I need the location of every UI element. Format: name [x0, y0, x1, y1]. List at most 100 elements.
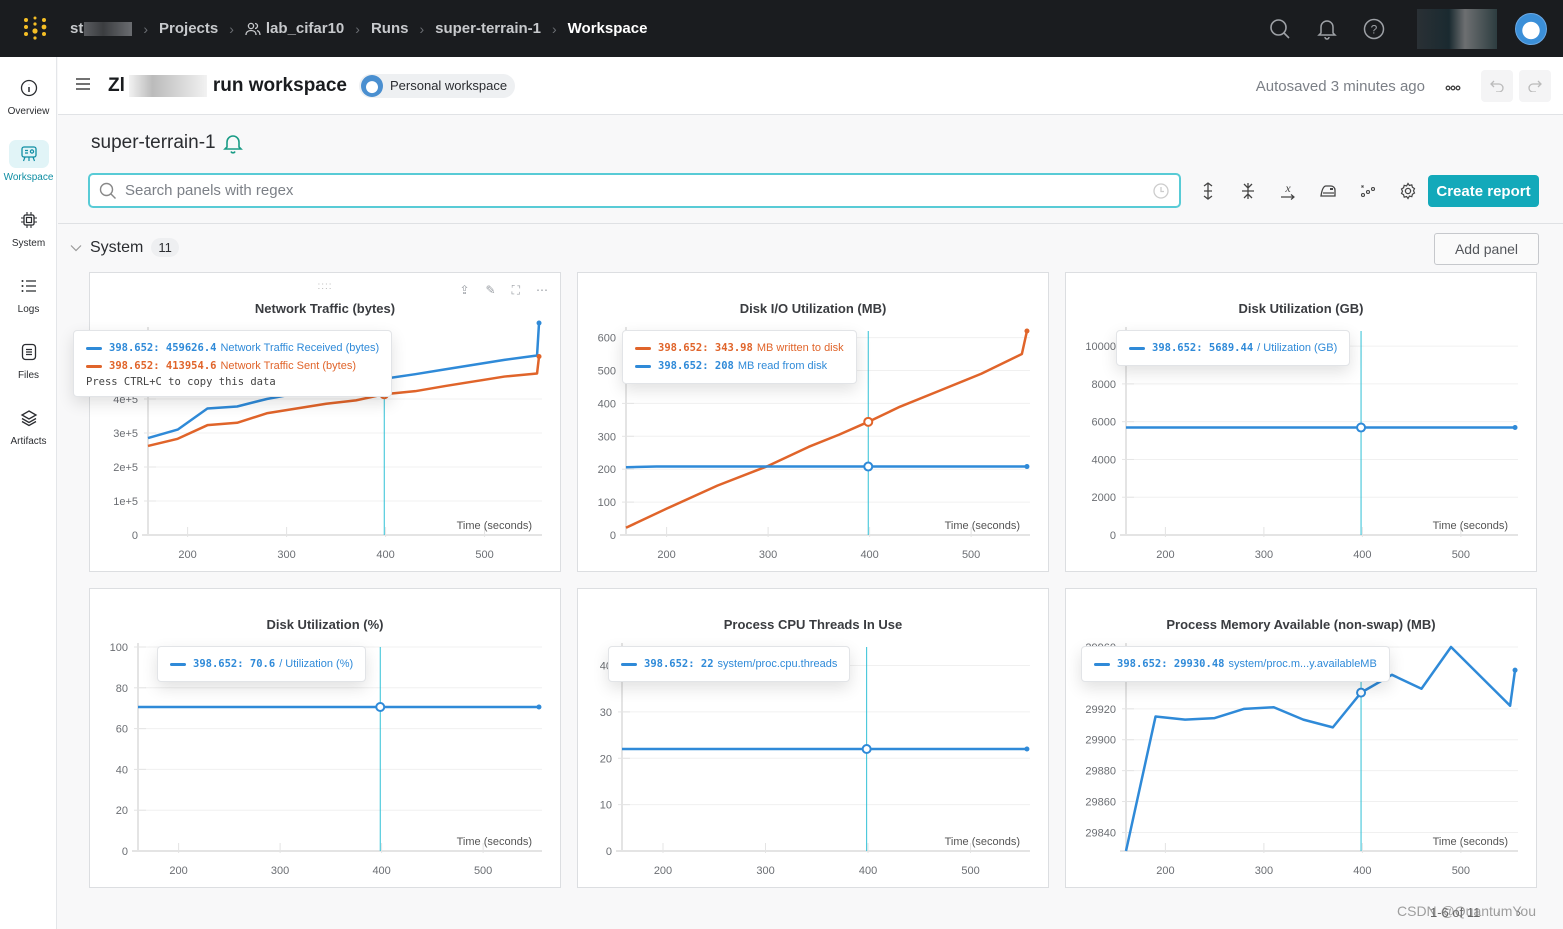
y-tick-label: 300	[598, 431, 616, 443]
hamburger-icon	[76, 77, 90, 90]
breadcrumb-separator: ›	[355, 20, 360, 37]
tooltip-row: 398.652: 208 MB read from disk	[635, 357, 844, 375]
section-header-system[interactable]: System 11	[70, 238, 179, 257]
tooltip-series-name: MB read from disk	[737, 360, 828, 372]
personal-workspace-badge[interactable]: Personal workspace	[359, 73, 516, 98]
tooltip-row: 398.652: 343.98 MB written to disk	[635, 339, 844, 357]
tooltip-row: 398.652: 22 system/proc.cpu.threads	[621, 655, 837, 673]
y-tick-label: 4000	[1092, 454, 1116, 466]
tooltip-row: 398.652: 459626.4 Network Traffic Receive…	[86, 339, 379, 357]
chart-svg: 0 2000 4000 6000 8000 10000 200 300 400 500 Time (…	[1085, 327, 1518, 561]
chart-panel-disk-utilization-gb[interactable]: Disk Utilization (GB) 0 2000 4000 6000 8000 10…	[1065, 272, 1537, 572]
chart-panel-disk-utilization[interactable]: Disk Utilization (%) 0 20 40 60 80 100 200 300 40…	[89, 588, 561, 888]
tooltip-series-name: Network Traffic Sent (bytes)	[220, 360, 356, 372]
x-tick-label: 400	[1353, 549, 1371, 561]
series-swatch	[635, 364, 651, 368]
series-line-mb-read-from-disk	[625, 465, 1027, 469]
x-tick-label: 200	[657, 549, 675, 561]
breadcrumb-separator: ›	[419, 20, 425, 37]
sidebar-item-system[interactable]: System	[0, 194, 57, 260]
undo-button[interactable]	[1481, 70, 1513, 102]
x-tick-label: 200	[178, 549, 196, 561]
hover-point	[863, 461, 874, 472]
sidebar-item-label: Artifacts	[10, 435, 47, 447]
sidebar-item-workspace[interactable]: Workspace	[0, 128, 57, 194]
y-tick-label: 29880	[1085, 766, 1116, 778]
tooltip-series-name: / Utilization (GB)	[1257, 342, 1338, 354]
settings-button[interactable]	[1388, 173, 1428, 208]
breadcrumb-run[interactable]: super-terrain-1	[435, 20, 541, 37]
panel-search-input[interactable]	[125, 182, 1125, 199]
chart-svg: 0 100 200 300 400 500 600 200 300 400 500 Time (sec…	[598, 327, 1030, 561]
redo-button[interactable]	[1519, 70, 1551, 102]
y-tick-label: 0	[1110, 530, 1116, 542]
tooltip-value: 398.652: 208	[658, 360, 734, 372]
user-avatar[interactable]	[1515, 12, 1547, 45]
breadcrumb-user[interactable]: st	[70, 20, 133, 37]
wandb-logo[interactable]	[0, 0, 70, 57]
workspace-title[interactable]: Zl run workspace	[108, 74, 347, 97]
left-sidebar: Overview Workspace System Logs Files Art…	[0, 57, 57, 929]
y-tick-label: 30	[600, 707, 612, 719]
x-tick-label: 200	[1156, 549, 1174, 561]
x-tick-label: 200	[1156, 865, 1174, 877]
y-tick-label: 600	[598, 333, 616, 345]
global-search-button[interactable]	[1256, 0, 1303, 57]
search-history-icon[interactable]	[1152, 182, 1170, 200]
y-tick-label: 400	[598, 398, 616, 410]
collapse-sections-button[interactable]	[1228, 173, 1268, 208]
notifications-button[interactable]	[1303, 0, 1350, 57]
tooltip-row: 398.652: 70.6/ Utilization (%)	[170, 655, 353, 673]
x-tick-label: 500	[1452, 549, 1470, 561]
breadcrumb-project[interactable]: lab_cifar10	[245, 20, 344, 37]
series-end-point	[536, 320, 542, 326]
more-options-button[interactable]	[1445, 78, 1461, 94]
breadcrumb-projects[interactable]: Projects	[159, 20, 218, 37]
tooltip-copy-hint: Press CTRL+C to copy this data	[86, 376, 276, 388]
sidebar-item-logs[interactable]: Logs	[0, 260, 57, 326]
expand-sections-button[interactable]	[1188, 173, 1228, 208]
chart-panel-process-memory-available-non-swap-mb[interactable]: Process Memory Available (non-swap) (MB)…	[1065, 588, 1537, 888]
list-icon	[9, 272, 49, 300]
sidebar-item-overview[interactable]: Overview	[0, 62, 57, 128]
x-axis-icon: x	[1281, 182, 1295, 200]
chart-panel-network-traffic-bytes[interactable]: :::: ⇪ ✎ ⛶ ⋯ Network Traffic (bytes) 0 1e+5 2e+5…	[73, 272, 561, 572]
tooltip-row: 398.652: 29930.48 system/proc.m...y.avail…	[1094, 655, 1377, 673]
smoothing-button[interactable]	[1308, 173, 1348, 208]
y-tick-label: 1e+5	[113, 496, 138, 508]
chart-panel-process-cpu-threads-in-use[interactable]: Process CPU Threads In Use 0 10 20 30 40 200 30…	[577, 588, 1049, 888]
x-axis-settings-button[interactable]: x	[1268, 173, 1308, 208]
y-tick-label: 80	[116, 683, 128, 695]
y-tick-label: 200	[598, 464, 616, 476]
tooltip-value: 398.652: 70.6	[193, 658, 276, 670]
outliers-button[interactable]	[1348, 173, 1388, 208]
sidebar-item-files[interactable]: Files	[0, 326, 57, 392]
breadcrumb-workspace[interactable]: Workspace	[568, 20, 648, 37]
sidebar-item-artifacts[interactable]: Artifacts	[0, 392, 57, 458]
chart-svg: 01e+52e+53e+54e+5200 300 400 500Time (secon…	[113, 320, 542, 561]
series-swatch	[635, 346, 651, 350]
team-icon	[245, 22, 261, 35]
y-tick-label: 20	[600, 753, 612, 765]
hover-point	[861, 744, 872, 754]
x-tick-label: 400	[372, 865, 390, 877]
undo-icon	[1490, 80, 1504, 92]
help-button[interactable]: ?	[1350, 0, 1397, 57]
tooltip-value: 398.652: 413954.6	[109, 360, 217, 372]
hover-point	[375, 701, 386, 712]
add-panel-button[interactable]: Add panel	[1434, 233, 1539, 265]
tooltip-series-name: MB written to disk	[756, 342, 844, 354]
svg-text:?: ?	[1370, 22, 1377, 36]
breadcrumb-runs[interactable]: Runs	[371, 20, 409, 37]
search-icon	[99, 182, 116, 199]
collapse-vertical-icon	[1242, 182, 1254, 199]
y-tick-label: 29860	[1085, 797, 1116, 809]
y-tick-label: 100	[110, 642, 128, 654]
run-alert-bell-icon[interactable]	[222, 132, 244, 154]
create-report-button[interactable]: Create report	[1428, 175, 1539, 207]
x-tick-label: 400	[376, 549, 394, 561]
menu-button[interactable]	[76, 77, 92, 95]
hover-point	[1356, 687, 1367, 698]
x-tick-label: 500	[475, 549, 493, 561]
chart-panel-disk-i-o-utilization-mb[interactable]: Disk I/O Utilization (MB) 0 100 200 300 400 50…	[577, 272, 1049, 572]
